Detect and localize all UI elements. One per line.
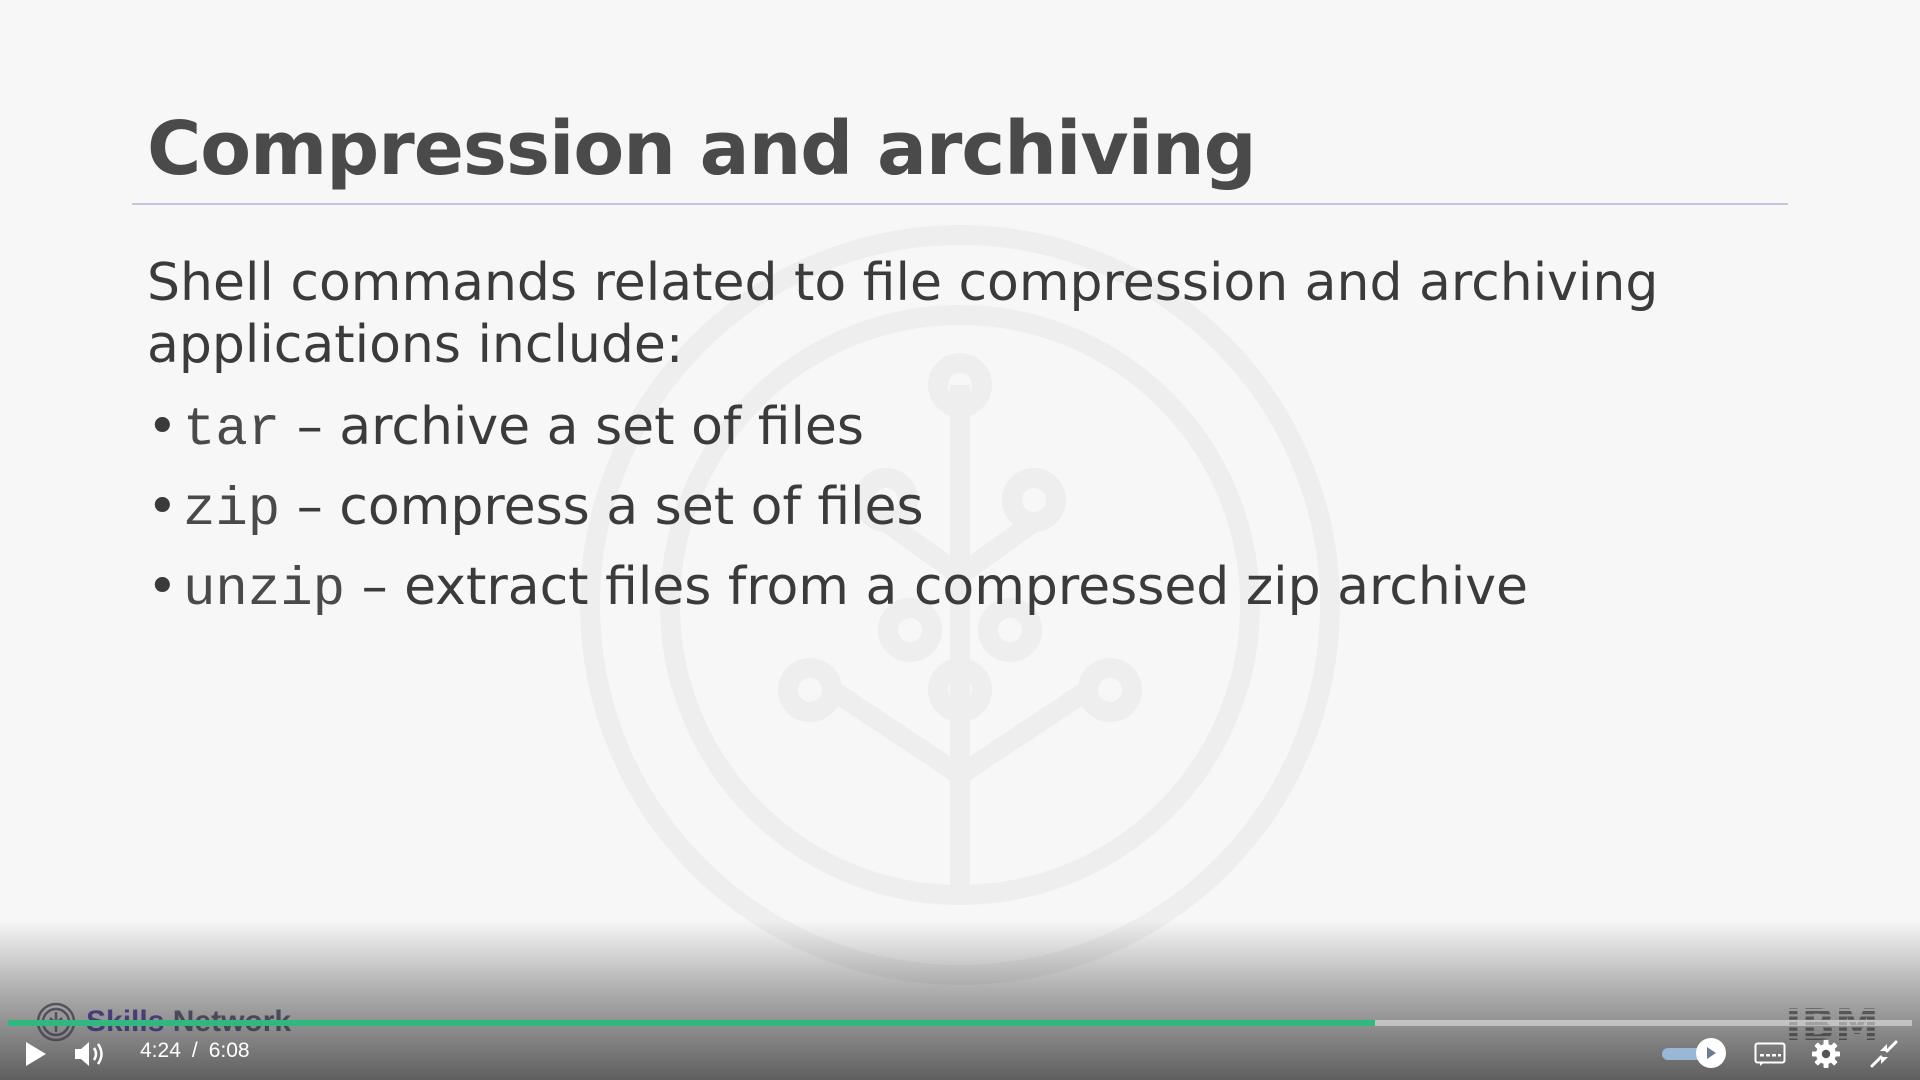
settings-button[interactable] [1808, 1036, 1844, 1072]
command-name: unzip [183, 560, 346, 621]
slide-title: Compression and archiving [147, 106, 1257, 192]
slide-intro: Shell commands related to file compressi… [147, 253, 1659, 375]
play-icon [26, 1042, 46, 1066]
duration: 6:08 [208, 1039, 250, 1062]
bullet-dot: • [147, 557, 178, 617]
list-item: •zip – compress a set of files [147, 476, 1528, 556]
play-button[interactable] [16, 1036, 56, 1072]
command-name: tar [183, 400, 281, 461]
playback-speed-toggle[interactable] [1658, 1038, 1728, 1070]
bullet-dot: • [147, 397, 178, 457]
time-display: 4:24/6:08 [140, 1039, 250, 1062]
captions-icon [1754, 1042, 1786, 1066]
exit-fullscreen-button[interactable] [1866, 1036, 1902, 1072]
video-frame[interactable]: Compression and archiving Shell commands… [0, 0, 1920, 1080]
command-name: zip [183, 480, 281, 541]
list-item: •tar – archive a set of files [147, 396, 1528, 476]
exit-fullscreen-icon [1870, 1040, 1898, 1068]
bullet-dot: • [147, 477, 178, 537]
command-list: •tar – archive a set of files •zip – com… [147, 396, 1528, 636]
title-divider [132, 203, 1788, 205]
gear-icon [1812, 1040, 1840, 1068]
seek-bar-progress [8, 1020, 1376, 1026]
command-description: – compress a set of files [296, 477, 924, 537]
command-description: – archive a set of files [296, 397, 865, 457]
current-time: 4:24 [140, 1039, 181, 1062]
speed-knob[interactable] [1696, 1038, 1726, 1068]
volume-icon [75, 1042, 103, 1066]
list-item: •unzip – extract files from a compressed… [147, 556, 1528, 636]
command-description: – extract files from a compressed zip ar… [361, 557, 1528, 617]
speed-icon [1707, 1047, 1716, 1059]
captions-button[interactable] [1752, 1038, 1788, 1070]
seek-bar[interactable] [8, 1020, 1912, 1026]
volume-button[interactable] [70, 1034, 110, 1074]
